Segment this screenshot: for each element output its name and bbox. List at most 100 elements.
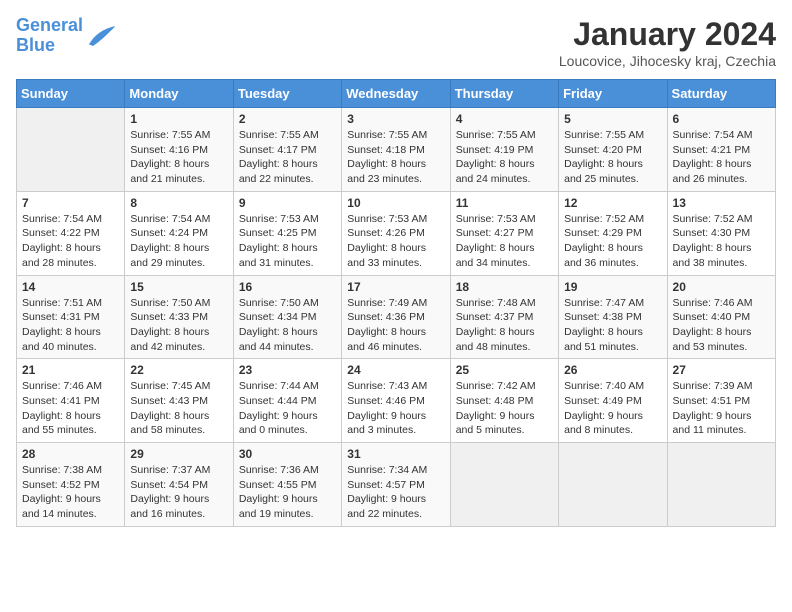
day-number: 4 bbox=[456, 112, 553, 126]
day-info: Sunrise: 7:39 AM Sunset: 4:51 PM Dayligh… bbox=[673, 379, 770, 438]
calendar-cell: 5Sunrise: 7:55 AM Sunset: 4:20 PM Daylig… bbox=[559, 108, 667, 192]
day-info: Sunrise: 7:53 AM Sunset: 4:25 PM Dayligh… bbox=[239, 212, 336, 271]
day-number: 26 bbox=[564, 363, 661, 377]
calendar-day-header: Friday bbox=[559, 80, 667, 108]
calendar-cell: 23 Sunrise: 7:44 AM Sunset: 4:44 PM Dayli… bbox=[233, 359, 341, 443]
day-number: 23 bbox=[239, 363, 336, 377]
calendar-cell: 12 Sunrise: 7:52 AM Sunset: 4:29 PM Dayli… bbox=[559, 191, 667, 275]
calendar-week-row: 21 Sunrise: 7:46 AM Sunset: 4:41 PM Dayli… bbox=[17, 359, 776, 443]
calendar-cell: 11Sunrise: 7:53 AM Sunset: 4:27 PM Dayli… bbox=[450, 191, 558, 275]
day-info: Sunrise: 7:37 AM Sunset: 4:54 PM Dayligh… bbox=[130, 463, 227, 522]
day-info: Sunrise: 7:52 AM Sunset: 4:29 PM Dayligh… bbox=[564, 212, 661, 271]
day-info: Sunrise: 7:53 AM Sunset: 4:26 PM Dayligh… bbox=[347, 212, 444, 271]
calendar-cell: 16 Sunrise: 7:50 AM Sunset: 4:34 PM Dayli… bbox=[233, 275, 341, 359]
day-info: Sunrise: 7:48 AM Sunset: 4:37 PM Dayligh… bbox=[456, 296, 553, 355]
day-info: Sunrise: 7:46 AM Sunset: 4:40 PM Dayligh… bbox=[673, 296, 770, 355]
calendar-cell: 10 Sunrise: 7:53 AM Sunset: 4:26 PM Dayli… bbox=[342, 191, 450, 275]
calendar-cell: 22 Sunrise: 7:45 AM Sunset: 4:43 PM Dayli… bbox=[125, 359, 233, 443]
day-info: Sunrise: 7:51 AM Sunset: 4:31 PM Dayligh… bbox=[22, 296, 119, 355]
day-number: 16 bbox=[239, 280, 336, 294]
calendar-cell: 4 Sunrise: 7:55 AM Sunset: 4:19 PM Daylig… bbox=[450, 108, 558, 192]
day-number: 11 bbox=[456, 196, 553, 210]
calendar-cell: 26Sunrise: 7:40 AM Sunset: 4:49 PM Dayli… bbox=[559, 359, 667, 443]
day-info: Sunrise: 7:46 AM Sunset: 4:41 PM Dayligh… bbox=[22, 379, 119, 438]
calendar-cell: 29 Sunrise: 7:37 AM Sunset: 4:54 PM Dayli… bbox=[125, 443, 233, 527]
calendar-cell: 21 Sunrise: 7:46 AM Sunset: 4:41 PM Dayli… bbox=[17, 359, 125, 443]
calendar-day-header: Tuesday bbox=[233, 80, 341, 108]
day-number: 31 bbox=[347, 447, 444, 461]
day-number: 25 bbox=[456, 363, 553, 377]
day-info: Sunrise: 7:54 AM Sunset: 4:21 PM Dayligh… bbox=[673, 128, 770, 187]
day-info: Sunrise: 7:42 AM Sunset: 4:48 PM Dayligh… bbox=[456, 379, 553, 438]
day-number: 21 bbox=[22, 363, 119, 377]
day-info: Sunrise: 7:36 AM Sunset: 4:55 PM Dayligh… bbox=[239, 463, 336, 522]
day-info: Sunrise: 7:34 AM Sunset: 4:57 PM Dayligh… bbox=[347, 463, 444, 522]
day-number: 13 bbox=[673, 196, 770, 210]
calendar-day-header: Wednesday bbox=[342, 80, 450, 108]
calendar-cell: 8Sunrise: 7:54 AM Sunset: 4:24 PM Daylig… bbox=[125, 191, 233, 275]
calendar-cell bbox=[450, 443, 558, 527]
day-info: Sunrise: 7:55 AM Sunset: 4:17 PM Dayligh… bbox=[239, 128, 336, 187]
day-info: Sunrise: 7:50 AM Sunset: 4:33 PM Dayligh… bbox=[130, 296, 227, 355]
calendar-cell: 27 Sunrise: 7:39 AM Sunset: 4:51 PM Dayli… bbox=[667, 359, 775, 443]
calendar-week-row: 1Sunrise: 7:55 AM Sunset: 4:16 PM Daylig… bbox=[17, 108, 776, 192]
calendar-cell: 2 Sunrise: 7:55 AM Sunset: 4:17 PM Daylig… bbox=[233, 108, 341, 192]
day-number: 15 bbox=[130, 280, 227, 294]
calendar-day-header: Thursday bbox=[450, 80, 558, 108]
calendar-cell: 1Sunrise: 7:55 AM Sunset: 4:16 PM Daylig… bbox=[125, 108, 233, 192]
page-subtitle: Loucovice, Jihocesky kraj, Czechia bbox=[559, 53, 776, 69]
calendar-cell: 30 Sunrise: 7:36 AM Sunset: 4:55 PM Dayli… bbox=[233, 443, 341, 527]
day-number: 7 bbox=[22, 196, 119, 210]
day-number: 2 bbox=[239, 112, 336, 126]
day-number: 27 bbox=[673, 363, 770, 377]
day-info: Sunrise: 7:55 AM Sunset: 4:19 PM Dayligh… bbox=[456, 128, 553, 187]
day-number: 22 bbox=[130, 363, 227, 377]
calendar-cell: 24 Sunrise: 7:43 AM Sunset: 4:46 PM Dayli… bbox=[342, 359, 450, 443]
calendar-cell: 28Sunrise: 7:38 AM Sunset: 4:52 PM Dayli… bbox=[17, 443, 125, 527]
calendar-cell: 15 Sunrise: 7:50 AM Sunset: 4:33 PM Dayli… bbox=[125, 275, 233, 359]
day-number: 9 bbox=[239, 196, 336, 210]
calendar-cell: 19Sunrise: 7:47 AM Sunset: 4:38 PM Dayli… bbox=[559, 275, 667, 359]
day-number: 20 bbox=[673, 280, 770, 294]
day-number: 8 bbox=[130, 196, 227, 210]
calendar-cell: 6Sunrise: 7:54 AM Sunset: 4:21 PM Daylig… bbox=[667, 108, 775, 192]
calendar-week-row: 28Sunrise: 7:38 AM Sunset: 4:52 PM Dayli… bbox=[17, 443, 776, 527]
calendar-cell: 18 Sunrise: 7:48 AM Sunset: 4:37 PM Dayli… bbox=[450, 275, 558, 359]
title-block: January 2024 Loucovice, Jihocesky kraj, … bbox=[559, 16, 776, 69]
day-number: 24 bbox=[347, 363, 444, 377]
day-number: 10 bbox=[347, 196, 444, 210]
calendar-cell: 7Sunrise: 7:54 AM Sunset: 4:22 PM Daylig… bbox=[17, 191, 125, 275]
day-info: Sunrise: 7:50 AM Sunset: 4:34 PM Dayligh… bbox=[239, 296, 336, 355]
day-info: Sunrise: 7:45 AM Sunset: 4:43 PM Dayligh… bbox=[130, 379, 227, 438]
day-number: 12 bbox=[564, 196, 661, 210]
calendar-table: SundayMondayTuesdayWednesdayThursdayFrid… bbox=[16, 79, 776, 527]
day-number: 29 bbox=[130, 447, 227, 461]
calendar-cell: 20 Sunrise: 7:46 AM Sunset: 4:40 PM Dayli… bbox=[667, 275, 775, 359]
day-info: Sunrise: 7:47 AM Sunset: 4:38 PM Dayligh… bbox=[564, 296, 661, 355]
day-info: Sunrise: 7:55 AM Sunset: 4:18 PM Dayligh… bbox=[347, 128, 444, 187]
calendar-week-row: 7Sunrise: 7:54 AM Sunset: 4:22 PM Daylig… bbox=[17, 191, 776, 275]
calendar-day-header: Sunday bbox=[17, 80, 125, 108]
day-number: 3 bbox=[347, 112, 444, 126]
calendar-cell bbox=[17, 108, 125, 192]
day-info: Sunrise: 7:44 AM Sunset: 4:44 PM Dayligh… bbox=[239, 379, 336, 438]
calendar-cell: 25 Sunrise: 7:42 AM Sunset: 4:48 PM Dayli… bbox=[450, 359, 558, 443]
page-title: January 2024 bbox=[559, 16, 776, 53]
day-number: 17 bbox=[347, 280, 444, 294]
day-number: 28 bbox=[22, 447, 119, 461]
day-number: 14 bbox=[22, 280, 119, 294]
calendar-cell: 17 Sunrise: 7:49 AM Sunset: 4:36 PM Dayli… bbox=[342, 275, 450, 359]
page-header: General Blue January 2024 Loucovice, Jih… bbox=[16, 16, 776, 69]
calendar-day-header: Saturday bbox=[667, 80, 775, 108]
logo: General Blue bbox=[16, 16, 117, 56]
calendar-cell: 3 Sunrise: 7:55 AM Sunset: 4:18 PM Daylig… bbox=[342, 108, 450, 192]
day-number: 18 bbox=[456, 280, 553, 294]
day-number: 30 bbox=[239, 447, 336, 461]
calendar-cell: 13Sunrise: 7:52 AM Sunset: 4:30 PM Dayli… bbox=[667, 191, 775, 275]
calendar-cell: 31 Sunrise: 7:34 AM Sunset: 4:57 PM Dayli… bbox=[342, 443, 450, 527]
day-info: Sunrise: 7:49 AM Sunset: 4:36 PM Dayligh… bbox=[347, 296, 444, 355]
day-number: 5 bbox=[564, 112, 661, 126]
day-info: Sunrise: 7:43 AM Sunset: 4:46 PM Dayligh… bbox=[347, 379, 444, 438]
calendar-cell bbox=[559, 443, 667, 527]
calendar-week-row: 14 Sunrise: 7:51 AM Sunset: 4:31 PM Dayli… bbox=[17, 275, 776, 359]
